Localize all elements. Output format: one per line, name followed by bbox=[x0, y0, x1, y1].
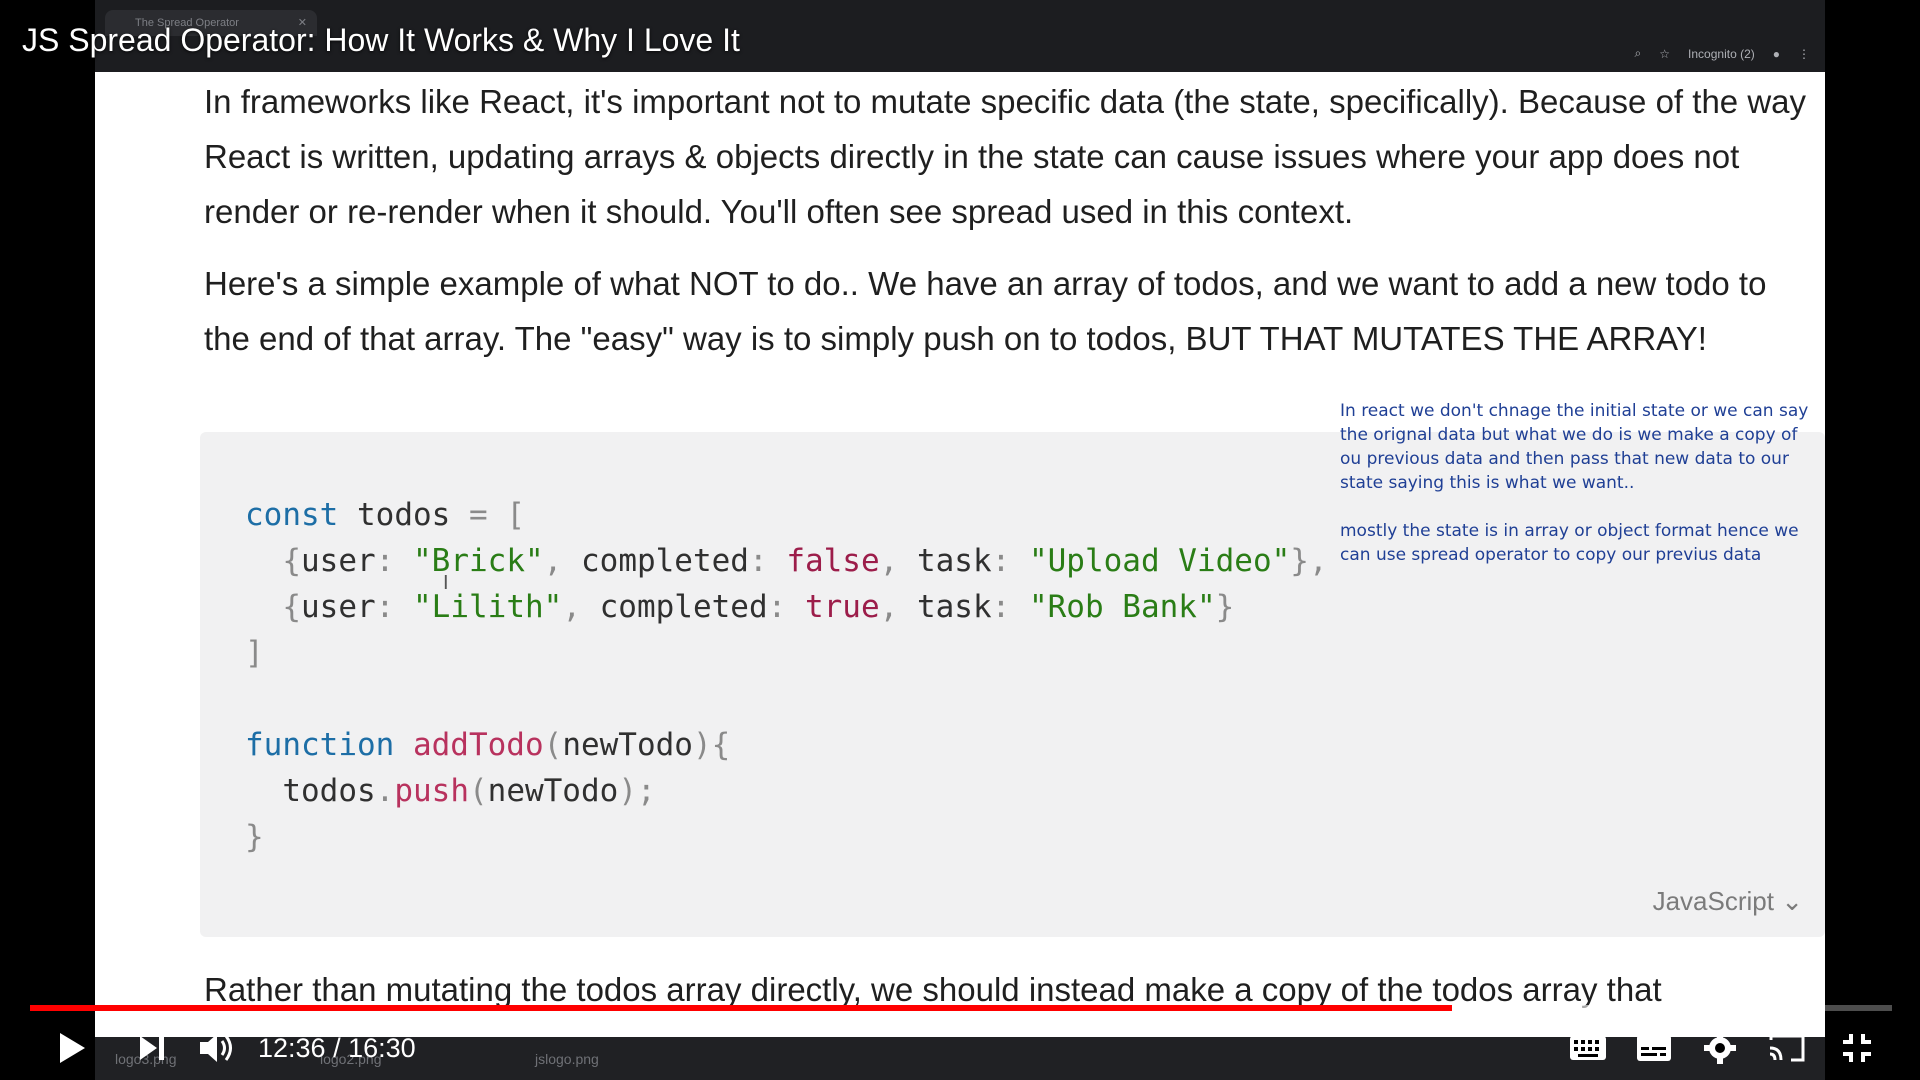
cast-button[interactable] bbox=[1765, 1018, 1809, 1078]
chevron-down-icon[interactable] bbox=[948, 1020, 968, 1039]
incognito-label: Incognito (2) bbox=[1688, 46, 1755, 61]
volume-icon bbox=[200, 1034, 232, 1062]
subtitles-button[interactable] bbox=[1632, 1018, 1676, 1078]
exit-fullscreen-button[interactable] bbox=[1835, 1018, 1879, 1078]
language-select[interactable]: JavaScript ⌄ bbox=[1653, 886, 1803, 917]
code-snippet: const todos = [ {user: "Brick", complete… bbox=[245, 497, 1328, 855]
browser-toolbar-right: ⌕ ☆ Incognito (2) ● ⋮ bbox=[1635, 46, 1810, 61]
video-title[interactable]: JS Spread Operator: How It Works & Why I… bbox=[22, 22, 740, 59]
language-label: JavaScript bbox=[1652, 886, 1774, 916]
play-button[interactable] bbox=[50, 1018, 94, 1078]
example-paragraph: Here's a simple example of what NOT to d… bbox=[204, 265, 1767, 357]
settings-button[interactable] bbox=[1698, 1018, 1742, 1078]
play-icon bbox=[60, 1033, 85, 1063]
text-cursor-icon: I bbox=[443, 572, 449, 594]
video-frame[interactable]: In frameworks like React, it's important… bbox=[95, 72, 1825, 1037]
volume-button[interactable] bbox=[195, 1018, 239, 1078]
chevron-down-icon: ⌄ bbox=[1781, 886, 1803, 916]
annotation-note: In react we don't chnage the initial sta… bbox=[1340, 401, 1809, 565]
incognito-avatar-icon[interactable]: ● bbox=[1773, 47, 1780, 61]
subtitles-icon bbox=[1637, 1035, 1671, 1061]
browser-menu-icon[interactable]: ⋮ bbox=[1798, 47, 1810, 61]
cast-icon bbox=[1769, 1034, 1805, 1062]
progress-bar[interactable] bbox=[30, 1005, 1892, 1011]
keyboard-shortcuts-button[interactable] bbox=[1566, 1018, 1610, 1078]
bookmark-star-icon[interactable]: ☆ bbox=[1659, 47, 1670, 61]
time-display: 12:36 / 16:30 bbox=[258, 1033, 416, 1063]
progress-buffered bbox=[1451, 1005, 1688, 1011]
zoom-icon[interactable]: ⌕ bbox=[1635, 46, 1642, 61]
exit-fullscreen-icon bbox=[1843, 1034, 1871, 1062]
next-icon bbox=[140, 1036, 164, 1060]
intro-paragraph: In frameworks like React, it's important… bbox=[204, 83, 1806, 230]
progress-played bbox=[30, 1005, 1452, 1011]
settings-icon bbox=[1704, 1032, 1736, 1064]
keyboard-icon bbox=[1570, 1036, 1606, 1060]
next-button[interactable] bbox=[130, 1018, 174, 1078]
